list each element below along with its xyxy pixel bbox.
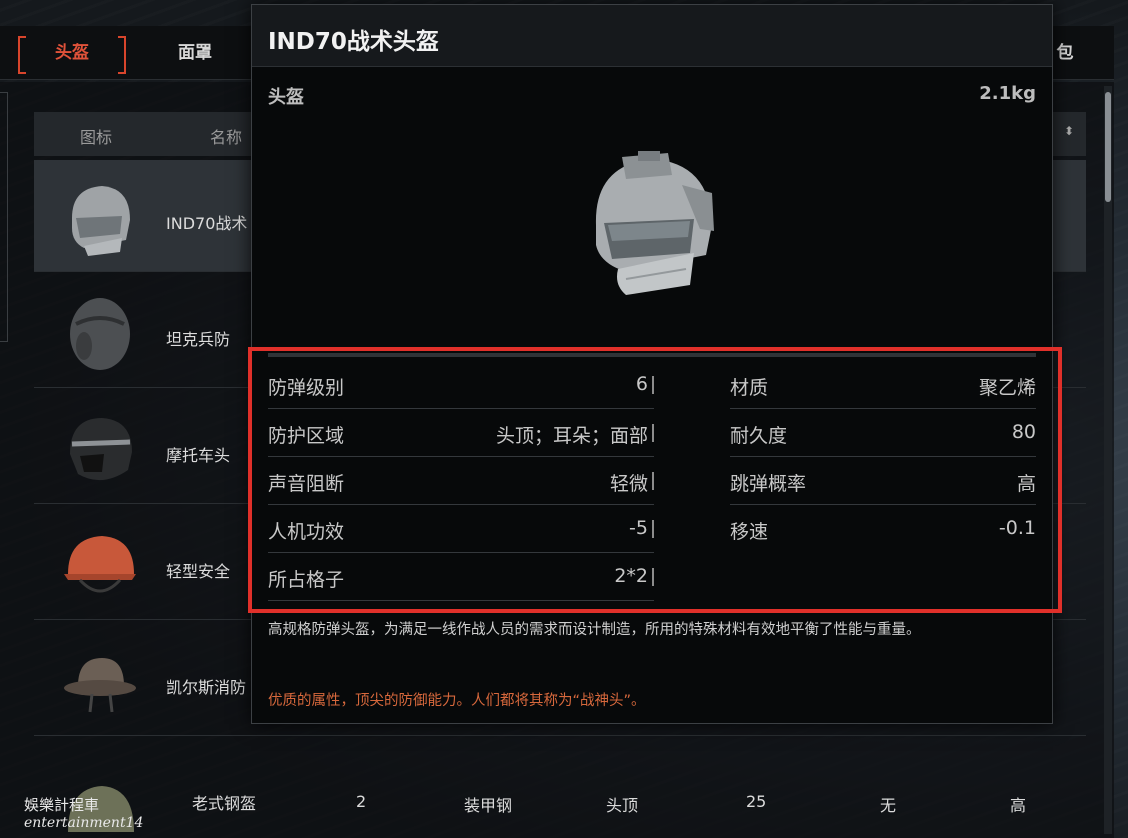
scrollbar-thumb[interactable] [1105,92,1111,202]
cell-material: 装甲钢 [464,796,513,815]
cell-area: 头顶 [606,796,639,815]
stats-highlight-box [248,347,1062,613]
cell-durability: 25 [746,792,767,811]
row-name: 坦克兵防 [166,330,231,349]
row-name: 轻型安全 [166,562,231,581]
fire-helmet-icon [64,658,136,713]
tooltip-weight: 2.1kg [979,83,1036,104]
tab-helmet[interactable]: 头盔 [18,34,126,74]
watermark: 娛樂計程車 entertainment14 [24,796,143,832]
row-name: IND70战术 [166,214,248,233]
watermark-line2: entertainment14 [24,815,144,831]
item-description: 高规格防弹头盔，为满足一线作战人员的需求而设计制造，所用的特殊材料有效地平衡了性… [268,622,921,638]
ind70-helmet-image [595,151,714,295]
cell-sound: 无 [880,796,897,815]
header-icon-label[interactable]: 图标 [80,124,112,148]
left-rail-frame [0,92,8,342]
tank-helmet-icon [70,298,130,370]
list-item[interactable]: 老式钢盔 [34,740,1086,838]
tab-mask[interactable]: 面罩 [160,34,230,72]
header-name-label[interactable]: 名称 [210,124,242,148]
tooltip-title: IND70战术头盔 [268,29,439,55]
motorcycle-helmet-icon [70,418,132,481]
ind70-helmet-icon [72,186,130,256]
item-flavor-text: 优质的属性，顶尖的防御能力。人们都将其称为“战神头”。 [268,693,646,709]
watermark-line1: 娛樂計程車 [24,796,100,814]
row-name: 摩托车头 [166,446,231,465]
cell-ricochet: 高 [1010,796,1027,815]
sort-icon[interactable]: ⬍ [1064,124,1074,138]
row-name: 老式钢盔 [192,794,257,813]
cell-level: 2 [356,792,367,811]
row-name: 凯尔斯消防 [166,678,247,697]
tooltip-title-bar: IND70战术头盔 [252,5,1052,67]
tooltip-category: 头盔 [268,87,304,108]
safety-helmet-icon [64,536,136,593]
